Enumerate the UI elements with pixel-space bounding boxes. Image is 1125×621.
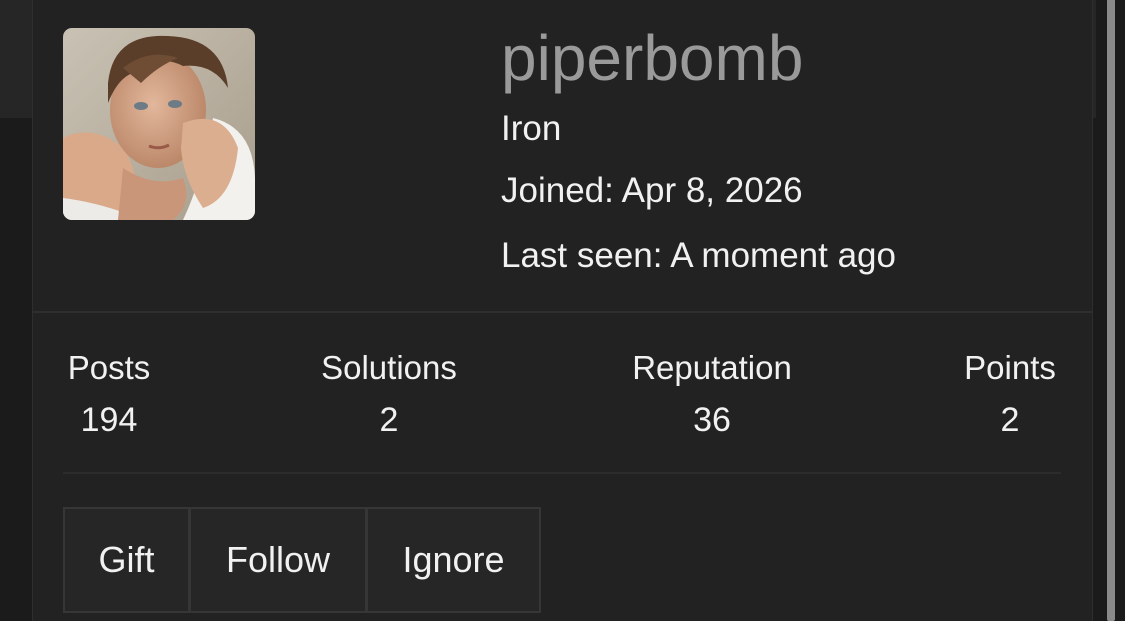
stat-reputation[interactable]: Reputation 36 [623,348,801,440]
stat-label: Solutions [321,349,457,386]
stat-label: Posts [67,349,151,386]
stat-value: 36 [693,401,731,439]
last-seen: Last seen: A moment ago [501,236,896,275]
stat-label: Points [964,349,1056,386]
section-divider [33,311,1092,313]
stat-value: 2 [379,401,399,439]
scrollbar-thumb[interactable] [1107,0,1115,621]
rank-label: Iron [501,109,562,148]
avatar-image [63,28,255,220]
profile-page: piperbomb Iron Joined: Apr 8, 2026 Last … [0,0,1125,621]
stat-posts[interactable]: Posts 194 [63,348,155,440]
avatar[interactable] [63,28,255,220]
joined-date: Joined: Apr 8, 2026 [501,171,803,210]
stat-label: Reputation [632,349,792,386]
stat-value: 194 [80,401,138,439]
username: piperbomb [501,22,804,94]
ignore-button[interactable]: Ignore [366,507,541,613]
gift-button[interactable]: Gift [63,507,190,613]
stats-divider [63,472,1061,474]
stat-value: 2 [1000,401,1020,439]
follow-button[interactable]: Follow [189,507,367,613]
stat-points[interactable]: Points 2 [959,348,1061,440]
stat-solutions[interactable]: Solutions 2 [313,348,465,440]
